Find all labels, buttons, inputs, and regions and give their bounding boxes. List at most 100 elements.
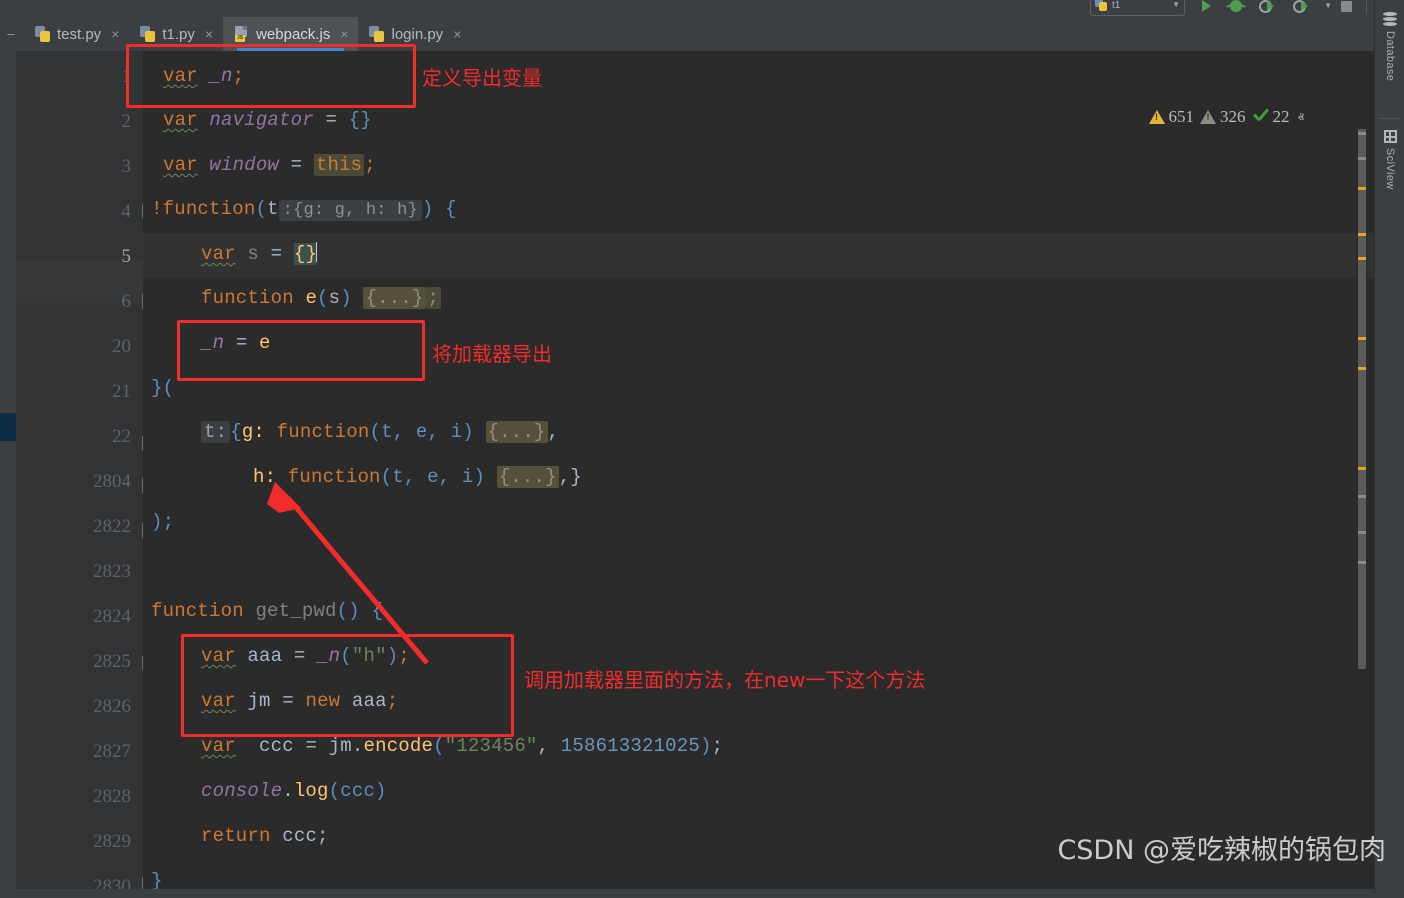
editor-scrollbar[interactable] (1356, 129, 1367, 735)
line-number: 3 (21, 156, 131, 178)
stop-button[interactable] (1336, 0, 1356, 16)
code-line-6: function e(s) {...}; (201, 287, 441, 309)
code-line-2829: return ccc; (201, 825, 329, 847)
run-configuration-selector[interactable]: t1 ▼ (1090, 0, 1185, 16)
more-run-options-button[interactable]: ▼ (1320, 0, 1332, 16)
line-number: 4 (21, 201, 131, 223)
check-count-label: 22 (1273, 107, 1290, 127)
token-variable: aaa (247, 645, 282, 667)
close-icon[interactable]: × (205, 27, 213, 41)
tab-login-py[interactable]: login.py × (358, 17, 471, 51)
chevron-up-icon[interactable]: ⱏ (1296, 111, 1306, 124)
close-icon[interactable]: × (340, 27, 348, 41)
code-line-2828: console.log(ccc) (201, 780, 387, 802)
token-keyword: var (163, 65, 198, 87)
run-button[interactable] (1196, 0, 1216, 16)
scrollbar-marker-warning[interactable] (1358, 337, 1366, 340)
play-icon (1301, 1, 1308, 11)
token-string: "h" (352, 645, 387, 667)
token-punct: ); (151, 511, 174, 533)
code-line-22: t: {g: function(t, e, i) {...}, (201, 421, 559, 443)
bug-icon (1230, 0, 1242, 12)
token-keyword: var (163, 109, 198, 131)
token-keyword: return (201, 825, 271, 847)
code-line-3: var window = this; (163, 154, 376, 176)
scrollbar-marker[interactable] (1358, 132, 1366, 135)
scrollbar-marker-warning[interactable] (1358, 257, 1366, 260)
token-operator: ! (151, 198, 163, 220)
folded-code-block[interactable]: {...} (486, 421, 548, 443)
check-count[interactable]: 22 (1252, 107, 1290, 127)
token-number: 158613321025 (561, 735, 700, 757)
weak-warning-count[interactable]: 326 (1200, 107, 1246, 127)
toolbar-separator (1366, 0, 1367, 14)
token-brace: { (230, 421, 242, 443)
token-braces: {} (349, 109, 372, 131)
token-brace: { (445, 198, 457, 220)
csdn-watermark: CSDN @爱吃辣椒的锅包肉 (1057, 828, 1386, 867)
token-punct: , (538, 735, 550, 757)
scrollbar-thumb[interactable] (1358, 129, 1366, 669)
run-with-coverage-button[interactable] (1256, 0, 1276, 16)
folded-code-block[interactable]: {...} (363, 287, 425, 309)
close-icon[interactable]: × (453, 27, 461, 41)
scrollbar-marker-warning[interactable] (1358, 233, 1366, 236)
tool-strip-separator (1380, 118, 1400, 119)
play-icon (1267, 1, 1274, 11)
warning-count[interactable]: 651 (1149, 107, 1195, 127)
token-keyword: function (151, 600, 244, 622)
stop-icon (1341, 1, 1352, 12)
collapse-sidebar-handle[interactable]: – (4, 26, 18, 42)
token-object: console (201, 780, 282, 802)
run-configuration-label: t1 (1112, 0, 1120, 11)
code-editor[interactable]: 1 2 3 4 5 6 20 21 22 2804 2822 2823 2824… (0, 51, 1374, 895)
token-keyword: var (201, 690, 236, 712)
token-paren: ( (340, 645, 352, 667)
tab-label: t1.py (162, 26, 195, 43)
scrollbar-marker[interactable] (1358, 495, 1366, 498)
text-caret (316, 242, 317, 262)
code-line-21: }( (151, 377, 174, 399)
token-punct: ,} (559, 466, 582, 488)
close-icon[interactable]: × (111, 27, 119, 41)
python-file-icon (1095, 0, 1108, 12)
scrollbar-marker-warning[interactable] (1358, 367, 1366, 370)
debug-button[interactable] (1226, 0, 1246, 16)
token-args: (t, e, i) (369, 421, 473, 443)
token-method: encode (363, 735, 433, 757)
tab-list: test.py × t1.py × JS webpack.js × login.… (24, 17, 471, 51)
tab-t1-py[interactable]: t1.py × (129, 17, 223, 51)
editor-left-strip (0, 51, 16, 895)
line-number: 22 (21, 426, 131, 448)
code-line-2826: var jm = new aaa; (201, 690, 398, 712)
chevron-down-icon[interactable]: ⱟ (1312, 111, 1316, 124)
inspection-summary-widget[interactable]: 651 326 22 ⱏ ⱟ (1149, 107, 1316, 127)
scrollbar-marker-warning[interactable] (1358, 467, 1366, 470)
code-line-2827: var ccc = jm.encode("123456", 1586133210… (201, 735, 723, 757)
code-line-2804: h: function(t, e, i) {...},} (253, 466, 582, 488)
tab-webpack-js[interactable]: JS webpack.js × (223, 17, 358, 51)
tool-button-database[interactable]: Database (1375, 12, 1404, 81)
token-operator: = (271, 243, 283, 265)
code-line-1: var _n; (163, 65, 244, 87)
scrollbar-marker[interactable] (1358, 531, 1366, 534)
code-text-area[interactable]: var _n; var navigator = {} var window = … (143, 51, 1374, 895)
chevron-down-icon[interactable]: ▼ (1172, 1, 1180, 9)
line-number: 2804 (21, 471, 131, 493)
token-method: log (294, 780, 329, 802)
scrollbar-marker[interactable] (1358, 561, 1366, 564)
line-number: 2827 (21, 741, 131, 763)
profile-button[interactable] (1290, 0, 1310, 16)
token-param: t (267, 198, 279, 220)
scrollbar-marker[interactable] (1358, 157, 1366, 160)
scrollbar-marker-warning[interactable] (1358, 187, 1366, 190)
tab-test-py[interactable]: test.py × (24, 17, 129, 51)
folded-code-block[interactable]: {...} (497, 466, 559, 488)
line-number: 6 (21, 291, 131, 313)
token-paren: ( (433, 735, 445, 757)
tool-button-sciview[interactable]: SciView (1375, 130, 1404, 190)
annotation-label-export-loader: 将加载器导出 (432, 338, 552, 367)
token-operator: = (282, 690, 294, 712)
code-line-20: _n = e (201, 332, 271, 354)
token-keyword: var (163, 154, 198, 176)
